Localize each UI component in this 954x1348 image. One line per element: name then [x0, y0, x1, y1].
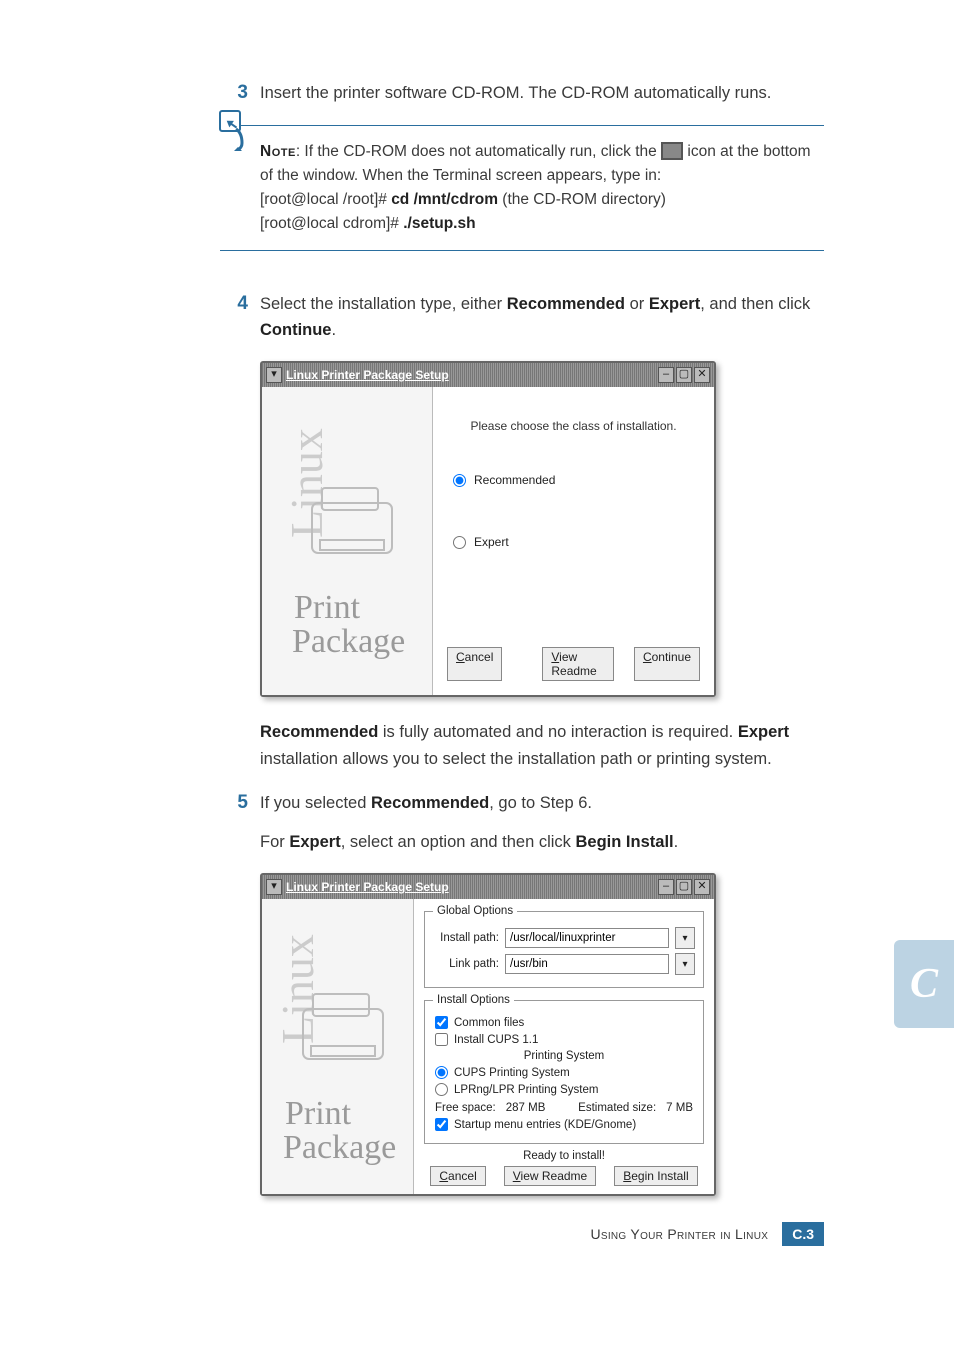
- section-thumb-tab: C: [894, 940, 954, 1028]
- ss2-ready-label: Ready to install!: [424, 1150, 704, 1162]
- note-label: Note: [260, 143, 296, 160]
- ss1-view-readme-button[interactable]: View Readme: [542, 647, 614, 681]
- ss1-continue-button[interactable]: Continue: [634, 647, 700, 681]
- footer-text: Using Your Printer in Linux: [590, 1226, 768, 1242]
- step-number-4: 4: [220, 291, 248, 318]
- ss2-chk-install-cups[interactable]: Install CUPS 1.1: [435, 1033, 695, 1046]
- ss2-global-options-fieldset: Global Options Install path: ▾ Link path…: [424, 905, 704, 988]
- ss2-chk-startup-input[interactable]: [435, 1118, 448, 1131]
- ss2-close-button[interactable]: ✕: [694, 879, 710, 895]
- ss2-est-size-label: Estimated size:: [578, 1102, 656, 1114]
- ss2-radio-lprng[interactable]: LPRng/LPR Printing System: [435, 1083, 695, 1096]
- ss1-minimize-button[interactable]: –: [658, 367, 674, 383]
- step-number-5: 5: [220, 790, 248, 817]
- ss2-printing-system-label: Printing System: [433, 1050, 695, 1062]
- ss2-view-readme-button[interactable]: View Readme: [504, 1166, 597, 1186]
- step-3: 3 Insert the printer software CD-ROM. Th…: [220, 80, 824, 107]
- step-4-text: Select the installation type, either Rec…: [260, 291, 824, 344]
- svg-text:Package: Package: [283, 1129, 396, 1166]
- ss2-link-path-dropdown[interactable]: ▾: [675, 953, 695, 975]
- ss2-free-space-label: Free space:: [435, 1102, 496, 1114]
- ss2-chk-common-label: Common files: [454, 1017, 524, 1029]
- ss1-radio-expert-label: Expert: [474, 535, 509, 549]
- ss2-link-path-input[interactable]: [505, 954, 669, 974]
- ss2-install-options-fieldset: Install Options Common files Install CUP…: [424, 994, 704, 1144]
- ss2-brand-panel: Linux Print Package: [262, 899, 414, 1194]
- ss2-install-path-input[interactable]: [505, 928, 669, 948]
- ss2-chk-install-cups-label: Install CUPS 1.1: [454, 1034, 538, 1046]
- ss1-radio-expert-input[interactable]: [453, 536, 466, 549]
- step-number-3: 3: [220, 80, 248, 107]
- footer-page-badge: C.3: [782, 1222, 824, 1246]
- ss2-install-path-label: Install path:: [433, 932, 499, 944]
- note-term-line1-suffix: (the CD-ROM directory): [498, 191, 666, 208]
- ss2-radio-cups-input[interactable]: [435, 1066, 448, 1079]
- ss1-titlebar[interactable]: ▾ Linux Printer Package Setup – ▢ ✕: [262, 363, 714, 387]
- ss2-cancel-button[interactable]: Cancel: [430, 1166, 485, 1186]
- terminal-icon: [661, 142, 683, 160]
- ss2-maximize-button[interactable]: ▢: [676, 879, 692, 895]
- svg-text:Print: Print: [285, 1095, 352, 1132]
- ss1-radio-recommended[interactable]: Recommended: [453, 473, 700, 487]
- ss1-maximize-button[interactable]: ▢: [676, 367, 692, 383]
- note-text-a: : If the CD-ROM does not automatically r…: [296, 143, 661, 160]
- ss2-radio-cups-label: CUPS Printing System: [454, 1067, 570, 1079]
- ss2-sysmenu-icon[interactable]: ▾: [266, 879, 282, 895]
- note-term-line2-cmd: ./setup.sh: [403, 215, 475, 232]
- step-4-trailing: Recommended is fully automated and no in…: [220, 719, 824, 772]
- ss1-cancel-button[interactable]: Cancel: [447, 647, 502, 681]
- ss1-close-button[interactable]: ✕: [694, 367, 710, 383]
- ss2-free-space-value: 287 MB: [506, 1102, 546, 1114]
- ss2-global-options-legend: Global Options: [433, 905, 517, 917]
- ss1-message: Please choose the class of installation.: [447, 419, 700, 433]
- ss1-radio-expert[interactable]: Expert: [453, 535, 700, 549]
- ss2-chk-common[interactable]: Common files: [435, 1016, 695, 1029]
- ss2-title: Linux Printer Package Setup: [286, 880, 449, 894]
- ss2-radio-cups[interactable]: CUPS Printing System: [435, 1066, 695, 1079]
- ss2-install-options-legend: Install Options: [433, 994, 514, 1006]
- note-term-line1-cmd: cd /mnt/cdrom: [391, 191, 498, 208]
- ss2-radio-lprng-input[interactable]: [435, 1083, 448, 1096]
- svg-text:Print: Print: [294, 589, 361, 626]
- screenshot-1: ▾ Linux Printer Package Setup – ▢ ✕ Linu…: [260, 361, 824, 697]
- ss2-chk-install-cups-input[interactable]: [435, 1033, 448, 1046]
- ss2-install-path-dropdown[interactable]: ▾: [675, 927, 695, 949]
- ss2-chk-common-input[interactable]: [435, 1016, 448, 1029]
- ss2-chk-startup-label: Startup menu entries (KDE/Gnome): [454, 1119, 636, 1131]
- step-5-text: If you selected Recommended, go to Step …: [260, 790, 824, 816]
- svg-text:Package: Package: [292, 623, 405, 660]
- note-block: Note: If the CD-ROM does not automatical…: [220, 125, 824, 251]
- step-3-text: Insert the printer software CD-ROM. The …: [260, 80, 824, 106]
- ss1-radio-recommended-label: Recommended: [474, 473, 555, 487]
- screenshot-2: ▾ Linux Printer Package Setup – ▢ ✕ Linu…: [260, 873, 824, 1196]
- note-arrow-icon: [214, 107, 258, 151]
- ss2-radio-lprng-label: LPRng/LPR Printing System: [454, 1084, 598, 1096]
- step-4: 4 Select the installation type, either R…: [220, 291, 824, 344]
- svg-text:Linux: Linux: [272, 934, 323, 1044]
- ss1-sysmenu-icon[interactable]: ▾: [266, 367, 282, 383]
- ss1-brand-panel: Linux Print Package: [262, 387, 433, 695]
- ss2-chk-startup[interactable]: Startup menu entries (KDE/Gnome): [435, 1118, 695, 1131]
- ss2-brand-graphic: Linux Print Package: [263, 914, 413, 1174]
- page-footer: Using Your Printer in Linux C.3: [590, 1222, 824, 1246]
- ss1-brand-graphic: Linux Print Package: [272, 408, 422, 668]
- ss2-begin-install-button[interactable]: Begin Install: [614, 1166, 697, 1186]
- ss1-radio-recommended-input[interactable]: [453, 474, 466, 487]
- ss1-title: Linux Printer Package Setup: [286, 368, 449, 382]
- ss2-minimize-button[interactable]: –: [658, 879, 674, 895]
- ss2-titlebar[interactable]: ▾ Linux Printer Package Setup – ▢ ✕: [262, 875, 714, 899]
- note-term-line2-prefix: [root@local cdrom]#: [260, 215, 403, 232]
- note-term-line1-prefix: [root@local /root]#: [260, 191, 391, 208]
- step-5-trailing: For Expert, select an option and then cl…: [220, 829, 824, 855]
- ss2-link-path-label: Link path:: [433, 958, 499, 970]
- ss2-est-size-value: 7 MB: [666, 1102, 693, 1114]
- step-5: 5 If you selected Recommended, go to Ste…: [220, 790, 824, 817]
- svg-text:Linux: Linux: [281, 429, 332, 539]
